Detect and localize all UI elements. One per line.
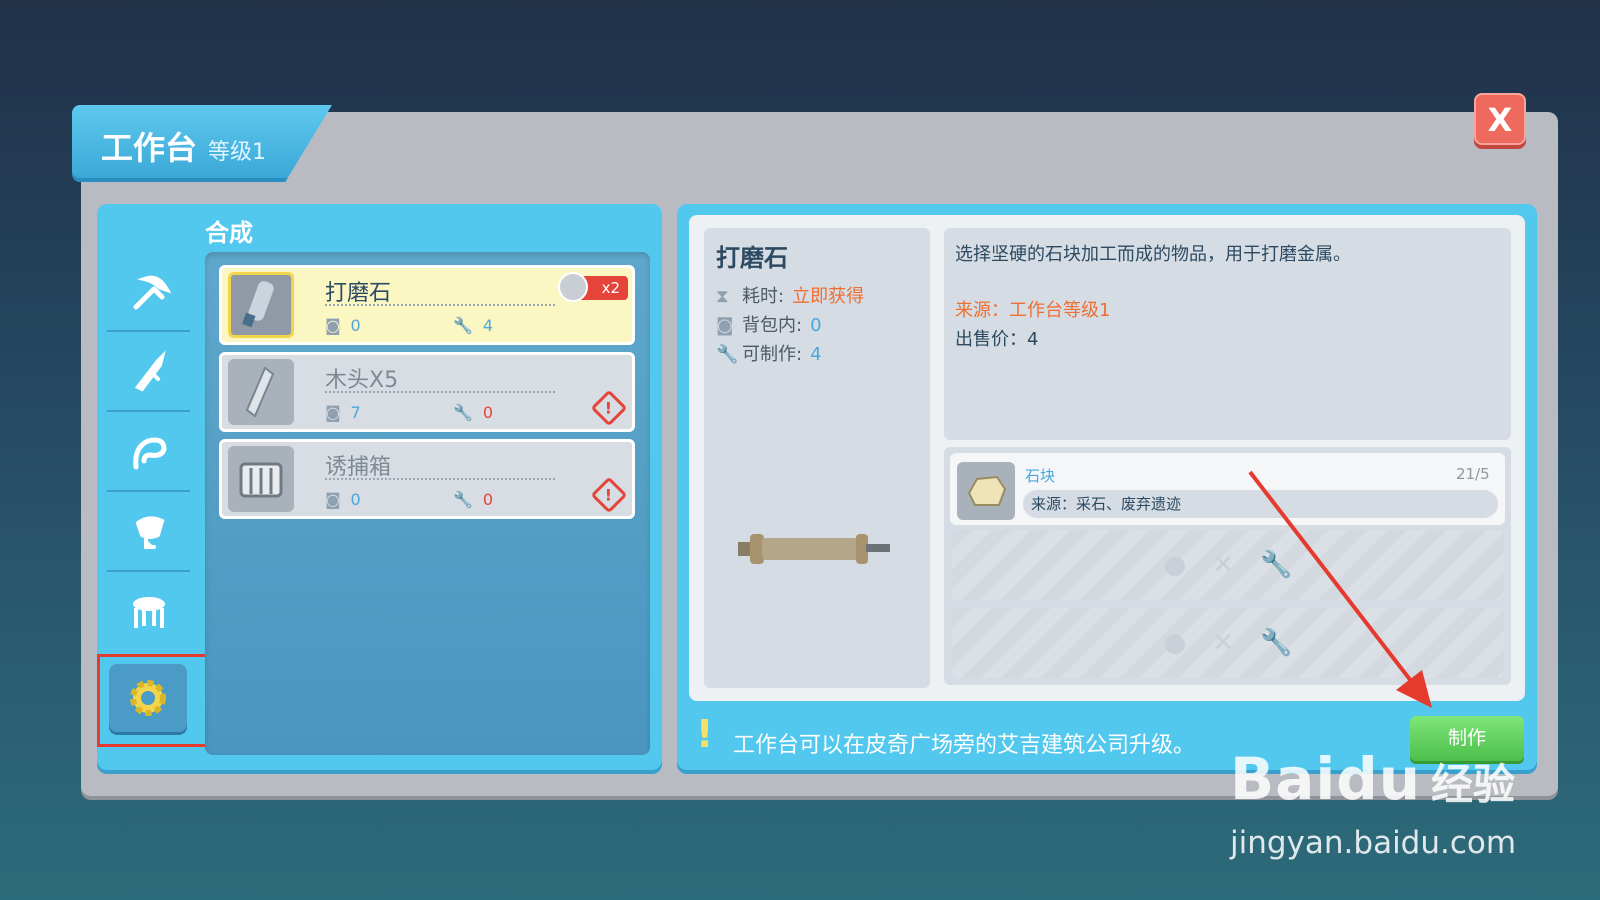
bag-count: ◙ 7 — [325, 403, 361, 422]
makeable-count: 🔧 0 — [453, 490, 494, 509]
makeable-count: 🔧 0 — [453, 403, 494, 422]
material-count: 21/5 — [1456, 465, 1490, 483]
divider — [325, 304, 555, 306]
section-title: 合成 — [205, 219, 253, 247]
coin-icon — [558, 272, 588, 302]
warning-icon: ! — [590, 389, 628, 427]
divider — [325, 478, 555, 480]
category-weapons[interactable] — [107, 334, 190, 412]
close-button[interactable]: X — [1474, 93, 1526, 145]
detail-makeable: 🔧 可制作: 4 — [716, 344, 822, 365]
item-source: 来源：工作台等级1 — [955, 300, 1111, 321]
backpack-icon: ◙ — [325, 316, 341, 335]
quantity-badge: x2 — [558, 272, 628, 302]
recipe-item[interactable]: 木头X5 ◙ 7 🔧 0 ! — [219, 352, 635, 432]
apple-icon: ● — [1163, 628, 1187, 658]
watermark-logo-cn: 经验 — [1431, 760, 1516, 809]
detail-bag: ◙ 背包内: 0 — [716, 315, 822, 336]
wrench-icon: 🔧 — [1260, 550, 1293, 580]
item-price: 出售价：4 — [955, 329, 1039, 350]
window-title: 工作台 — [101, 129, 198, 167]
cross-icon: ✕ — [1212, 550, 1235, 580]
hourglass-icon: ⧗ — [716, 286, 729, 307]
wrench-icon: 🔧 — [716, 344, 739, 365]
highlight-box — [97, 654, 208, 747]
material-thumbnail — [957, 462, 1015, 520]
bag-count: ◙ 0 — [325, 316, 361, 335]
recipe-name: 打磨石 — [325, 281, 392, 306]
watermark: Baidu 经验 jingyan.baidu.com — [1230, 745, 1516, 861]
category-tools[interactable] — [107, 254, 190, 332]
category-lights[interactable] — [107, 494, 190, 572]
pickaxe-icon — [133, 275, 171, 310]
category-furniture[interactable] — [107, 574, 190, 652]
trap-box-icon — [239, 462, 283, 498]
item-thumbnail — [228, 359, 294, 425]
makeable-count: 🔧 4 — [453, 316, 494, 335]
sword-icon — [134, 350, 166, 392]
snare-icon — [132, 437, 167, 470]
tip-text: 工作台可以在皮奇广场旁的艾吉建筑公司升级。 — [733, 733, 1196, 758]
whetstone-icon — [242, 281, 274, 328]
backpack-icon: ◙ — [325, 490, 341, 509]
item-thumbnail — [228, 446, 294, 512]
warning-icon: ! — [590, 476, 628, 514]
backpack-icon: ◙ — [716, 315, 734, 336]
material-name: 石块 — [1025, 467, 1056, 485]
cross-icon: ✕ — [1212, 628, 1235, 658]
recipe-name: 诱捕箱 — [325, 455, 392, 480]
recipe-name: 木头X5 — [325, 368, 399, 393]
furniture-icon — [132, 597, 165, 628]
window-level: 等级1 — [208, 140, 266, 165]
detail-item-name: 打磨石 — [716, 244, 788, 272]
wrench-icon: 🔧 — [1260, 628, 1293, 658]
category-traps[interactable] — [107, 414, 190, 492]
stone-icon — [967, 475, 1007, 506]
empty-material-slot: ● ✕ 🔧 — [952, 608, 1504, 678]
apple-icon: ● — [1163, 550, 1187, 580]
wood-icon — [245, 366, 275, 418]
item-description: 选择坚硬的石块加工而成的物品，用于打磨金属。 — [955, 244, 1351, 265]
wrench-icon: 🔧 — [453, 403, 473, 422]
divider — [325, 391, 555, 393]
watermark-url: jingyan.baidu.com — [1230, 825, 1517, 861]
wrench-icon: 🔧 — [453, 490, 473, 509]
watermark-logo: Bai — [1230, 745, 1337, 813]
empty-material-slot: ● ✕ 🔧 — [952, 530, 1504, 600]
detail-time: ⧗ 耗时: 立即获得 — [716, 286, 865, 307]
item-thumbnail — [228, 272, 294, 338]
recipe-item[interactable]: 诱捕箱 ◙ 0 🔧 0 ! — [219, 439, 635, 519]
exclamation-icon: ! — [696, 712, 714, 756]
recipe-item[interactable]: 打磨石 ◙ 0 🔧 4 x2 — [219, 265, 635, 345]
bag-count: ◙ 0 — [325, 490, 361, 509]
watermark-paw-text: du — [1336, 745, 1422, 813]
backpack-icon: ◙ — [325, 403, 341, 422]
whetstone-preview-icon — [738, 534, 890, 564]
material-source: 来源：采石、废弃遗迹 — [1023, 490, 1498, 518]
wrench-icon: 🔧 — [453, 316, 473, 335]
lamp-icon — [135, 516, 164, 549]
